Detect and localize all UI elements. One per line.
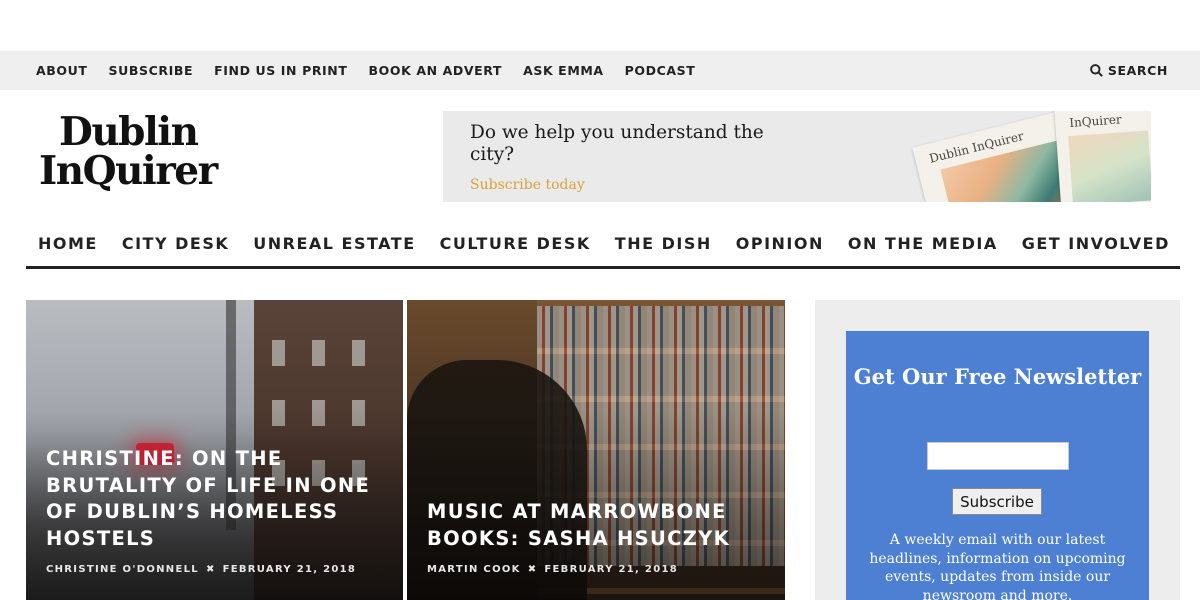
- newsletter-subscribe-button[interactable]: Subscribe: [952, 488, 1042, 515]
- article-meta: MARTIN COOK ✖ FEBRUARY 21, 2018: [427, 564, 678, 575]
- article-author[interactable]: CHRISTINE O'DONNELL: [46, 564, 199, 575]
- article-title[interactable]: MUSIC AT MARROWBONE BOOKS: SASHA HSUCZYK: [427, 499, 765, 552]
- search-label: SEARCH: [1108, 63, 1168, 78]
- newsletter-description: A weekly email with our latest headlines…: [866, 531, 1129, 600]
- utility-link-subscribe[interactable]: SUBSCRIBE: [109, 63, 194, 78]
- article-author[interactable]: MARTIN COOK: [427, 564, 521, 575]
- nav-item-on-the-media[interactable]: ON THE MEDIA: [848, 225, 998, 263]
- nav-item-unreal-estate[interactable]: UNREAL ESTATE: [253, 225, 415, 263]
- utility-bar: ABOUT SUBSCRIBE FIND US IN PRINT BOOK AN…: [0, 51, 1200, 90]
- utility-link-about[interactable]: ABOUT: [36, 63, 88, 78]
- newsletter-email-input[interactable]: [927, 442, 1069, 470]
- utility-link-ask-emma[interactable]: ASK EMMA: [523, 63, 604, 78]
- subscribe-banner-ad[interactable]: Do we help you understand the city? Subs…: [443, 111, 1151, 202]
- article-title[interactable]: CHRISTINE: ON THE BRUTALITY OF LIFE IN O…: [46, 446, 383, 552]
- nav-item-culture-desk[interactable]: CULTURE DESK: [440, 225, 591, 263]
- search-button[interactable]: SEARCH: [1090, 51, 1168, 90]
- logo-line-1: Dublin: [39, 113, 249, 152]
- banner-cta: Subscribe today: [470, 177, 585, 193]
- article-date: FEBRUARY 21, 2018: [544, 564, 678, 575]
- nav-item-get-involved[interactable]: GET INVOLVED: [1022, 225, 1170, 263]
- newspaper-illustration-2: [1068, 130, 1151, 202]
- meta-separator-icon: ✖: [206, 564, 216, 575]
- newsletter-title: Get Our Free Newsletter: [846, 363, 1149, 390]
- newspaper-image-2: InQuirer: [1054, 111, 1151, 202]
- featured-article-card[interactable]: MUSIC AT MARROWBONE BOOKS: SASHA HSUCZYK…: [407, 300, 785, 600]
- newsletter-signup-box: Get Our Free Newsletter Subscribe A week…: [846, 331, 1149, 600]
- utility-nav: ABOUT SUBSCRIBE FIND US IN PRINT BOOK AN…: [36, 51, 716, 90]
- article-meta: CHRISTINE O'DONNELL ✖ FEBRUARY 21, 2018: [46, 564, 356, 575]
- utility-link-podcast[interactable]: PODCAST: [625, 63, 696, 78]
- utility-link-book-an-advert[interactable]: BOOK AN ADVERT: [369, 63, 503, 78]
- site-logo[interactable]: Dublin InQuirer: [39, 113, 249, 191]
- newspaper-masthead-2: InQuirer: [1069, 112, 1122, 130]
- sidebar: Get Our Free Newsletter Subscribe A week…: [815, 300, 1180, 600]
- nav-item-city-desk[interactable]: CITY DESK: [122, 225, 229, 263]
- nav-item-home[interactable]: HOME: [38, 225, 98, 263]
- main-nav: HOME CITY DESK UNREAL ESTATE CULTURE DES…: [26, 225, 1180, 269]
- search-icon: [1090, 64, 1103, 77]
- banner-headline: Do we help you understand the city?: [470, 122, 770, 166]
- featured-article-card[interactable]: CHRISTINE: ON THE BRUTALITY OF LIFE IN O…: [26, 300, 403, 600]
- utility-link-find-us-in-print[interactable]: FIND US IN PRINT: [214, 63, 347, 78]
- article-date: FEBRUARY 21, 2018: [223, 564, 357, 575]
- meta-separator-icon: ✖: [528, 564, 538, 575]
- nav-item-opinion[interactable]: OPINION: [736, 225, 824, 263]
- logo-line-2: InQuirer: [39, 152, 249, 191]
- nav-item-the-dish[interactable]: THE DISH: [615, 225, 712, 263]
